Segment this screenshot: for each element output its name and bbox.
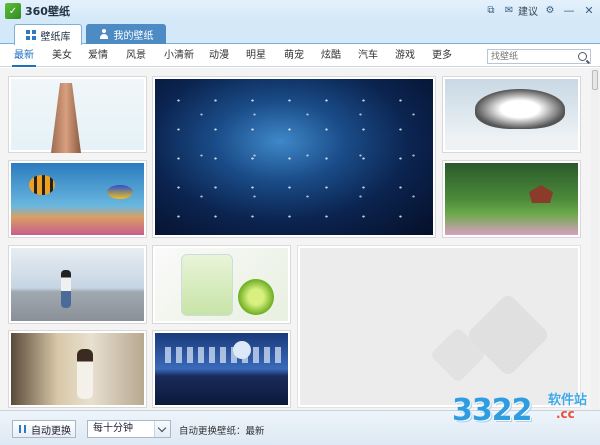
wallpaper-thumb-placeholder[interactable] <box>297 245 581 408</box>
category-love[interactable]: 爱情 <box>88 45 108 67</box>
watermark-site: 软件站 <box>548 393 588 408</box>
gear-icon[interactable]: ⚙ <box>544 5 556 17</box>
category-games[interactable]: 游戏 <box>395 45 415 67</box>
suggest-button[interactable]: 建议 <box>518 3 538 18</box>
category-cars[interactable]: 汽车 <box>358 45 378 67</box>
interval-value: 每十分钟 <box>93 423 133 434</box>
minimize-button[interactable]: — <box>562 4 576 18</box>
app-logo-icon: ✓ <box>5 3 21 19</box>
wallpaper-thumb-girl-on-road[interactable] <box>8 245 147 324</box>
status-text: 自动更换壁纸：最新 <box>179 426 265 437</box>
category-latest[interactable]: 最新 <box>12 45 36 67</box>
search-input[interactable] <box>488 50 574 63</box>
main-tabs: 壁纸库 我的壁纸 <box>0 22 600 45</box>
wallpaper-thumb-girl-window[interactable] <box>8 330 147 408</box>
scrollbar-thumb[interactable] <box>592 70 598 90</box>
category-pets[interactable]: 萌宠 <box>284 45 304 67</box>
pause-icon <box>19 425 26 433</box>
feedback-icon[interactable]: ✉ <box>503 5 515 17</box>
wallpaper-thumb-tropical-fish[interactable] <box>8 160 147 238</box>
chevron-down-icon[interactable] <box>154 421 170 437</box>
category-more[interactable]: 更多 <box>432 45 452 67</box>
wallpaper-thumb-snow-tree[interactable] <box>442 76 581 153</box>
watermark-number: 3322 <box>452 393 532 428</box>
interval-select[interactable]: 每十分钟 <box>87 420 171 438</box>
category-stars[interactable]: 明星 <box>246 45 266 67</box>
category-cool[interactable]: 炫酷 <box>321 45 341 67</box>
category-scenery[interactable]: 风景 <box>126 45 146 67</box>
auto-change-button[interactable]: 自动更换 <box>12 420 76 438</box>
auto-change-label: 自动更换 <box>31 425 71 437</box>
scrollbar[interactable] <box>591 68 599 410</box>
skin-icon[interactable]: ⧉ <box>485 5 497 17</box>
watermark-domain: .cc <box>556 407 575 421</box>
wallpaper-thumb-lime-drink[interactable] <box>152 245 291 324</box>
wallpaper-thumb-candy-tower[interactable] <box>8 76 147 153</box>
wallpaper-thumb-starry-space[interactable] <box>152 76 436 238</box>
wallpaper-grid <box>0 68 600 410</box>
close-button[interactable]: ✕ <box>582 4 596 18</box>
category-beauty[interactable]: 美女 <box>52 45 72 67</box>
tab-wallpaper-library[interactable]: 壁纸库 <box>14 24 82 45</box>
grid-icon <box>25 30 36 40</box>
category-bar: 最新 美女 爱情 风景 小清新 动漫 明星 萌宠 炫酷 汽车 游戏 更多 <box>0 45 600 67</box>
wallpaper-thumb-chinese-garden[interactable] <box>442 160 581 238</box>
app-title: 360壁纸 <box>25 5 70 18</box>
title-bar: ✓ 360壁纸 ⧉ ✉ 建议 ⚙ — ✕ <box>0 0 600 22</box>
wallpaper-thumb-city-night[interactable] <box>152 330 291 408</box>
search-icon[interactable] <box>578 52 587 61</box>
category-fresh[interactable]: 小清新 <box>164 45 194 67</box>
tab-label: 壁纸库 <box>40 31 71 43</box>
tab-label: 我的壁纸 <box>113 30 154 42</box>
search-box <box>487 49 591 64</box>
tab-my-wallpapers[interactable]: 我的壁纸 <box>86 24 166 44</box>
site-watermark: 3322 软件站 .cc <box>452 385 592 441</box>
title-controls: ⧉ ✉ 建议 ⚙ — ✕ <box>485 3 596 19</box>
category-anime[interactable]: 动漫 <box>209 45 229 67</box>
user-icon <box>99 29 109 39</box>
